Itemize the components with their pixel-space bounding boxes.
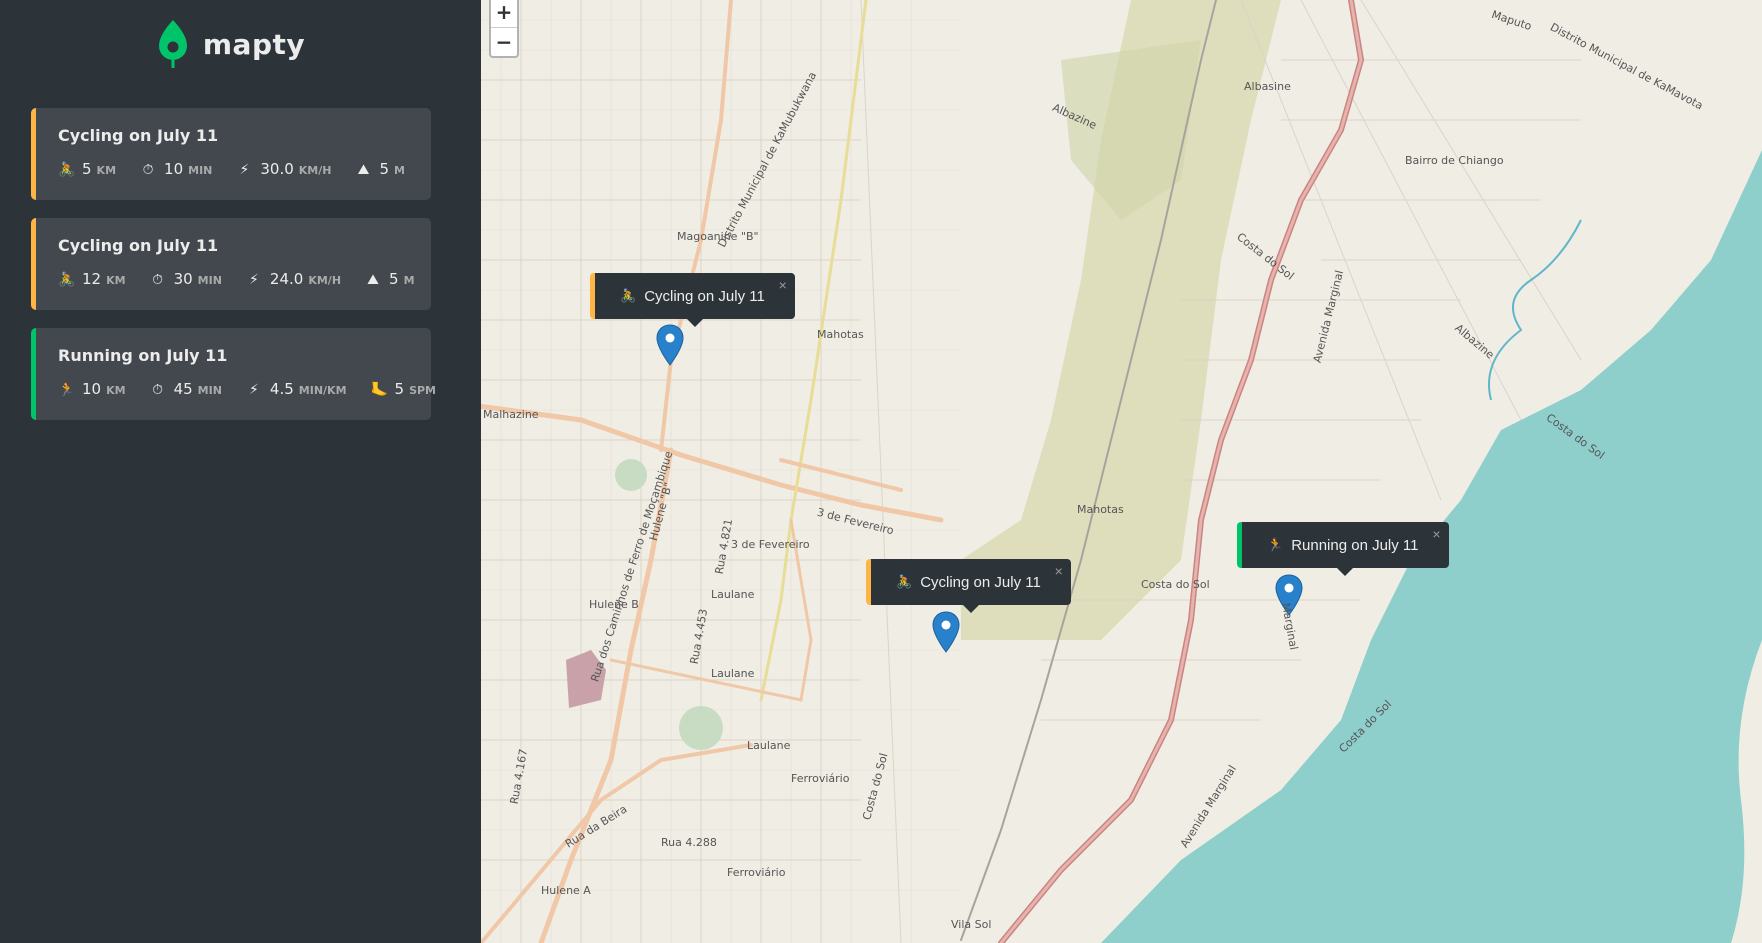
map-label: Ferroviário [791, 772, 850, 785]
runner-icon: 🏃 [1267, 537, 1284, 552]
elevation-detail: ⛰ 5 m [355, 160, 405, 178]
duration-unit: min [197, 384, 222, 397]
distance-value: 12 [82, 270, 102, 288]
logo: mapty [31, 14, 431, 74]
map-label: Mahotas [1077, 503, 1124, 516]
zoom-control: + − [489, 0, 519, 58]
map-label: Rua 4.288 [661, 836, 717, 849]
workout-title: Cycling on July 11 [58, 236, 219, 255]
cadence-unit: spm [409, 384, 436, 397]
workout-item[interactable]: Cycling on July 11 🚴 12 km ⏱ 30 min ⚡ 24.0 km/… [31, 218, 431, 310]
lightning-icon: ⚡ [249, 272, 259, 288]
speed-unit: km/h [308, 274, 342, 287]
distance-value: 5 [82, 160, 92, 178]
zoom-in-button[interactable]: + [491, 0, 517, 27]
distance-unit: km [96, 164, 117, 177]
runner-icon: 🏃 [58, 382, 76, 398]
duration-unit: min [197, 274, 222, 287]
elevation-value: 5 [379, 160, 390, 178]
workout-item[interactable]: Running on July 11 🏃 10 km ⏱ 45 min ⚡ 4.5 min/… [31, 328, 436, 420]
bicycle-icon: 🚴 [896, 574, 913, 589]
map-marker-icon[interactable] [932, 611, 960, 653]
map-label: Costa do Sol [1141, 578, 1210, 591]
map-tiles[interactable] [481, 0, 1762, 943]
zoom-out-button[interactable]: − [491, 27, 517, 56]
popup-label: Cycling on July 11 [644, 287, 765, 305]
distance-unit: km [106, 274, 126, 287]
close-icon[interactable]: × [1432, 526, 1440, 542]
stopwatch-icon: ⏱ [142, 162, 154, 178]
duration-detail: ⏱ 10 min [140, 160, 213, 178]
elevation-value: 5 [389, 270, 399, 288]
map-label: Mahotas [817, 328, 864, 341]
bicycle-icon: 🚴 [620, 288, 637, 303]
pace-detail: ⚡ 4.5 min/km [246, 380, 347, 398]
popup-label: Cycling on July 11 [920, 573, 1041, 591]
workout-title: Running on July 11 [58, 346, 228, 365]
sidebar: mapty Cycling on July 11 🚴 5 km ⏱ 10 min ⚡ 30… [0, 0, 481, 943]
speed-detail: ⚡ 30.0 km/h [236, 160, 331, 178]
map-popup[interactable]: 🚴 Cycling on July 11 × [866, 559, 1071, 613]
distance-unit: km [106, 384, 126, 397]
bicycle-icon: 🚴 [58, 162, 76, 178]
mountain-icon: ⛰ [357, 162, 370, 178]
logo-text: mapty [202, 27, 306, 61]
mountain-icon: ⛰ [367, 272, 379, 288]
map-popup[interactable]: 🚴 Cycling on July 11 × [590, 273, 795, 327]
duration-detail: ⏱ 30 min [150, 270, 222, 288]
map-label: Laulane [711, 588, 755, 601]
workout-item[interactable]: Cycling on July 11 🚴 5 km ⏱ 10 min ⚡ 30.0 km/h… [31, 108, 431, 200]
map-label: Bairro de Chiango [1405, 154, 1504, 167]
cadence-detail: 🦶 5 spm [371, 380, 436, 398]
map-marker-icon[interactable] [656, 324, 684, 366]
elevation-unit: m [403, 274, 415, 287]
speed-unit: km/h [298, 164, 332, 177]
distance-value: 10 [82, 380, 102, 398]
distance-detail: 🚴 5 km [58, 160, 116, 178]
map-label: 3 de Fevereiro [731, 538, 810, 551]
duration-unit: min [188, 164, 213, 177]
speed-value: 30.0 [260, 160, 294, 178]
bicycle-icon: 🚴 [58, 272, 76, 288]
map-label: Malhazine [483, 408, 539, 421]
map-label: Vila Sol [951, 918, 992, 931]
distance-detail: 🏃 10 km [58, 380, 126, 398]
speed-detail: ⚡ 24.0 km/h [246, 270, 341, 288]
pace-value: 4.5 [269, 380, 294, 398]
distance-detail: 🚴 12 km [58, 270, 126, 288]
map-label: Ferroviário [727, 866, 786, 879]
speed-value: 24.0 [269, 270, 304, 288]
cadence-value: 5 [394, 380, 405, 398]
map-label: Laulane [747, 739, 791, 752]
duration-detail: ⏱ 45 min [150, 380, 222, 398]
workout-title: Cycling on July 11 [58, 126, 219, 145]
close-icon[interactable]: × [1055, 563, 1063, 579]
footprint-icon: 🦶 [370, 382, 388, 398]
duration-value: 10 [164, 160, 184, 178]
map-pin-logo-icon [158, 20, 187, 68]
map-popup[interactable]: 🏃 Running on July 11 × [1237, 522, 1449, 576]
workout-list: Cycling on July 11 🚴 5 km ⏱ 10 min ⚡ 30.0 km/h… [31, 108, 436, 420]
map[interactable]: + − 🚴 Cycling on July 11 × 🚴 Cycling on … [481, 0, 1762, 943]
map-label: Hulene A [541, 884, 591, 897]
elevation-unit: m [394, 164, 405, 177]
lightning-icon: ⚡ [249, 382, 259, 398]
elevation-detail: ⛰ 5 m [365, 270, 415, 288]
map-label: Laulane [711, 667, 755, 680]
pace-unit: min/km [298, 384, 347, 397]
close-icon[interactable]: × [779, 277, 787, 293]
lightning-icon: ⚡ [239, 162, 250, 178]
duration-value: 30 [173, 270, 193, 288]
popup-label: Running on July 11 [1291, 536, 1419, 554]
duration-value: 45 [173, 380, 193, 398]
map-label: Albasine [1244, 80, 1291, 93]
stopwatch-icon: ⏱ [152, 382, 164, 398]
stopwatch-icon: ⏱ [152, 272, 164, 288]
